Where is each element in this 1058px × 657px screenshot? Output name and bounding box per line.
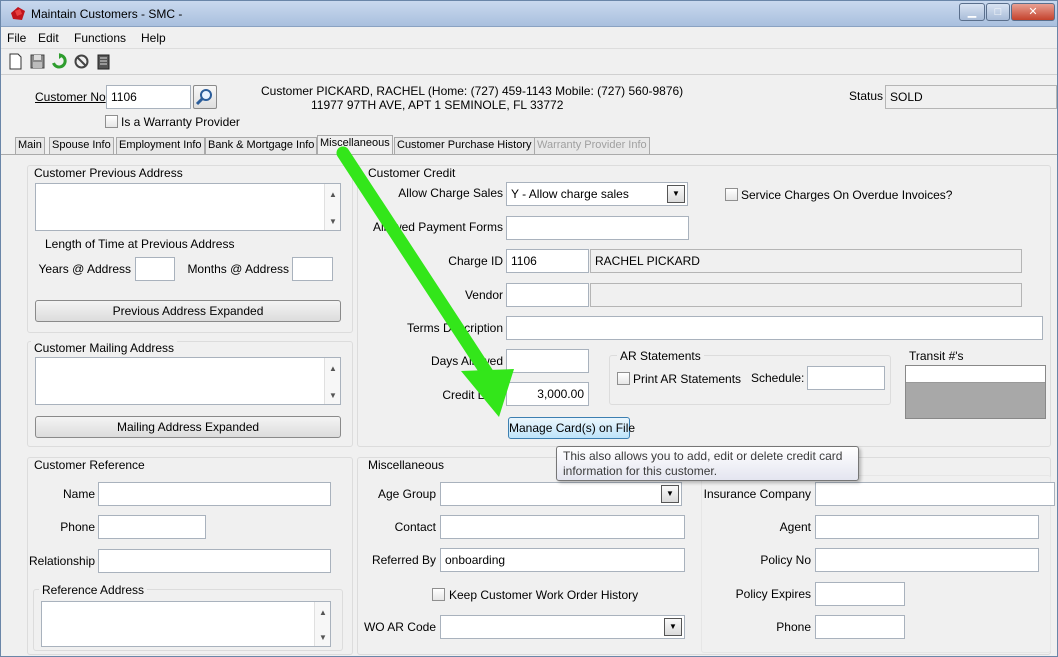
previous-address-title: Customer Previous Address	[31, 166, 186, 180]
tab-main[interactable]: Main	[15, 137, 45, 154]
mailing-address-title: Customer Mailing Address	[31, 341, 178, 355]
reference-name-input[interactable]	[98, 482, 331, 506]
allow-charge-sales-select[interactable]: Y - Allow charge sales ▼	[506, 182, 688, 206]
reference-name-label: Name	[62, 487, 95, 501]
title-bar: Maintain Customers - SMC - ▁ □ ✕	[1, 1, 1057, 27]
cancel-icon[interactable]	[73, 53, 90, 70]
insurance-company-label: Insurance Company	[703, 487, 811, 501]
age-group-select[interactable]: ▼	[440, 482, 682, 506]
schedule-label: Schedule:	[751, 371, 805, 385]
tab-warranty-provider-info[interactable]: Warranty Provider Info	[534, 137, 650, 154]
keep-history-label: Keep Customer Work Order History	[449, 588, 639, 602]
months-label: Months @ Address	[187, 262, 289, 276]
reference-phone-label: Phone	[60, 520, 95, 534]
age-group-label: Age Group	[377, 487, 436, 501]
save-icon[interactable]	[29, 53, 46, 70]
menu-help[interactable]: Help	[141, 31, 166, 45]
tab-employment-info[interactable]: Employment Info	[116, 137, 205, 154]
warranty-provider-label: Is a Warranty Provider	[121, 115, 240, 129]
relationship-input[interactable]	[98, 549, 331, 573]
referred-by-input[interactable]: onboarding	[440, 548, 685, 572]
previous-address-textarea[interactable]: ▲ ▼	[35, 183, 341, 231]
terms-description-input[interactable]	[506, 316, 1043, 340]
app-icon	[9, 5, 27, 22]
status-label: Status	[849, 89, 884, 103]
chevron-down-icon[interactable]: ▼	[664, 618, 682, 636]
status-value: SOLD	[885, 85, 1057, 109]
close-button[interactable]: ✕	[1011, 3, 1055, 21]
years-input[interactable]	[135, 257, 175, 281]
contact-label: Contact	[394, 520, 436, 534]
policy-expires-label: Policy Expires	[735, 587, 811, 601]
menu-functions[interactable]: Functions	[74, 31, 126, 45]
maximize-icon: □	[994, 6, 1002, 18]
insurance-phone-input[interactable]	[815, 615, 905, 639]
reference-phone-input[interactable]	[98, 515, 206, 539]
reference-address-textarea[interactable]: ▲ ▼	[41, 601, 331, 647]
policy-no-input[interactable]	[815, 548, 1039, 572]
keep-history-checkbox[interactable]	[432, 588, 445, 601]
reference-address-title: Reference Address	[39, 583, 148, 597]
maximize-button[interactable]: □	[986, 3, 1010, 21]
print-ar-label: Print AR Statements	[633, 372, 742, 386]
transit-list-header	[906, 366, 1045, 383]
refresh-icon[interactable]	[51, 53, 68, 70]
minimize-icon: ▁	[967, 6, 977, 18]
manage-cards-tooltip: This also allows you to add, edit or del…	[556, 446, 859, 481]
green-arrow-annotation	[336, 146, 514, 417]
magnifier-icon	[195, 89, 212, 106]
scroll-down-icon: ▼	[319, 633, 327, 642]
vendor-name-field	[590, 283, 1022, 307]
years-label: Years @ Address	[38, 262, 131, 276]
relationship-label: Relationship	[29, 554, 96, 568]
service-charges-checkbox[interactable]	[725, 188, 738, 201]
agent-label: Agent	[779, 520, 811, 534]
schedule-input[interactable]	[807, 366, 885, 390]
menu-edit[interactable]: Edit	[38, 31, 59, 45]
policy-expires-input[interactable]	[815, 582, 905, 606]
policy-no-label: Policy No	[760, 553, 811, 567]
referred-by-label: Referred By	[371, 553, 436, 567]
window-title: Maintain Customers - SMC -	[31, 7, 183, 21]
chevron-down-icon[interactable]: ▼	[661, 485, 679, 503]
scroll-up-icon: ▲	[319, 608, 327, 617]
miscellaneous-title: Miscellaneous	[365, 458, 448, 472]
delete-icon[interactable]	[95, 53, 112, 70]
contact-input[interactable]	[440, 515, 685, 539]
customer-info-line2: 11977 97TH AVE, APT 1 SEMINOLE, FL 33772	[311, 98, 564, 112]
customer-info-line1: Customer PICKARD, RACHEL (Home: (727) 45…	[261, 84, 684, 98]
customer-lookup-button[interactable]	[193, 85, 217, 109]
menu-file[interactable]: File	[7, 31, 26, 45]
warranty-provider-checkbox[interactable]	[105, 115, 118, 128]
minimize-button[interactable]: ▁	[959, 3, 985, 21]
wo-ar-code-select[interactable]: ▼	[440, 615, 685, 639]
tab-bank-mortgage-info[interactable]: Bank & Mortgage Info	[205, 137, 318, 154]
tab-spouse-info[interactable]: Spouse Info	[49, 137, 114, 154]
main-window: Maintain Customers - SMC - ▁ □ ✕ File Ed…	[0, 0, 1058, 657]
wo-ar-code-label: WO AR Code	[363, 620, 436, 634]
agent-input[interactable]	[815, 515, 1039, 539]
toolbar	[1, 49, 1057, 75]
transit-list[interactable]	[905, 365, 1046, 419]
previous-address-expanded-button[interactable]: Previous Address Expanded	[35, 300, 341, 322]
insurance-company-input[interactable]	[815, 482, 1055, 506]
transit-label: Transit #'s	[909, 349, 964, 363]
customer-reference-title: Customer Reference	[31, 458, 148, 472]
customer-no-label: Customer No	[35, 90, 106, 104]
close-icon: ✕	[1028, 6, 1038, 18]
print-ar-checkbox[interactable]	[617, 372, 630, 385]
ar-statements-title: AR Statements	[617, 349, 704, 363]
service-charges-label: Service Charges On Overdue Invoices?	[741, 188, 953, 202]
chevron-down-icon[interactable]: ▼	[667, 185, 685, 203]
mailing-address-expanded-button[interactable]: Mailing Address Expanded	[35, 416, 341, 438]
menu-bar: File Edit Functions Help	[1, 27, 1057, 49]
insurance-phone-label: Phone	[776, 620, 811, 634]
new-document-icon[interactable]	[7, 53, 24, 70]
allowed-payment-forms-input[interactable]	[506, 216, 689, 240]
scrollbar[interactable]: ▲ ▼	[314, 602, 330, 646]
customer-no-input[interactable]: 1106	[106, 85, 191, 109]
length-at-address-title: Length of Time at Previous Address	[45, 237, 235, 251]
mailing-address-textarea[interactable]: ▲ ▼	[35, 357, 341, 405]
charge-name-field: RACHEL PICKARD	[590, 249, 1022, 273]
